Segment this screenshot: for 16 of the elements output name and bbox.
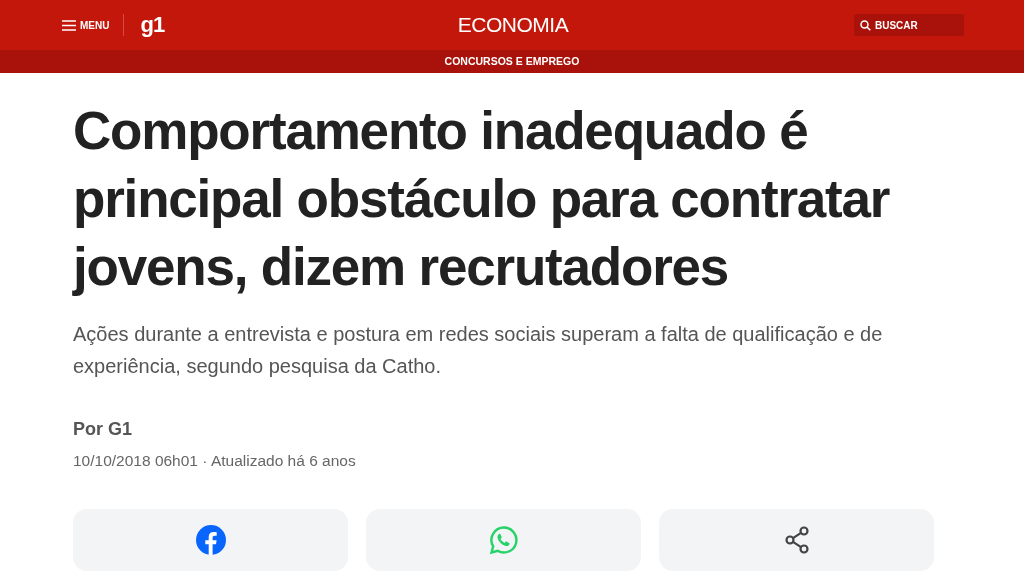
facebook-share-button[interactable] — [73, 509, 348, 572]
facebook-icon — [195, 525, 226, 556]
subtitle: Ações durante a entrevista e postura em redes sociais superam a falta de qualificação e de experiência, segundo pesquisa da Catho. — [73, 322, 884, 379]
headline: Comportamento inadequado é principal obstáculo para contratar jovens, dizem recrutadores — [73, 100, 891, 298]
menu-icon — [62, 19, 76, 31]
whatsapp-share-button[interactable] — [366, 509, 641, 572]
date-line: 10/10/2018 06h01 · Atualizado há 6 anos — [73, 451, 357, 471]
byline: Por G1 — [73, 418, 134, 441]
section-title: ECONOMIA — [457, 12, 569, 39]
logo[interactable]: g1 — [123, 14, 165, 36]
subsection-link[interactable]: CONCURSOS E EMPREGO — [444, 53, 580, 70]
search-button[interactable]: BUSCAR — [854, 14, 964, 36]
search-icon — [860, 19, 871, 31]
chat-bubble-phone-icon — [488, 525, 519, 556]
menu-button[interactable]: MENU — [62, 17, 110, 33]
share-share-button[interactable] — [659, 509, 934, 572]
